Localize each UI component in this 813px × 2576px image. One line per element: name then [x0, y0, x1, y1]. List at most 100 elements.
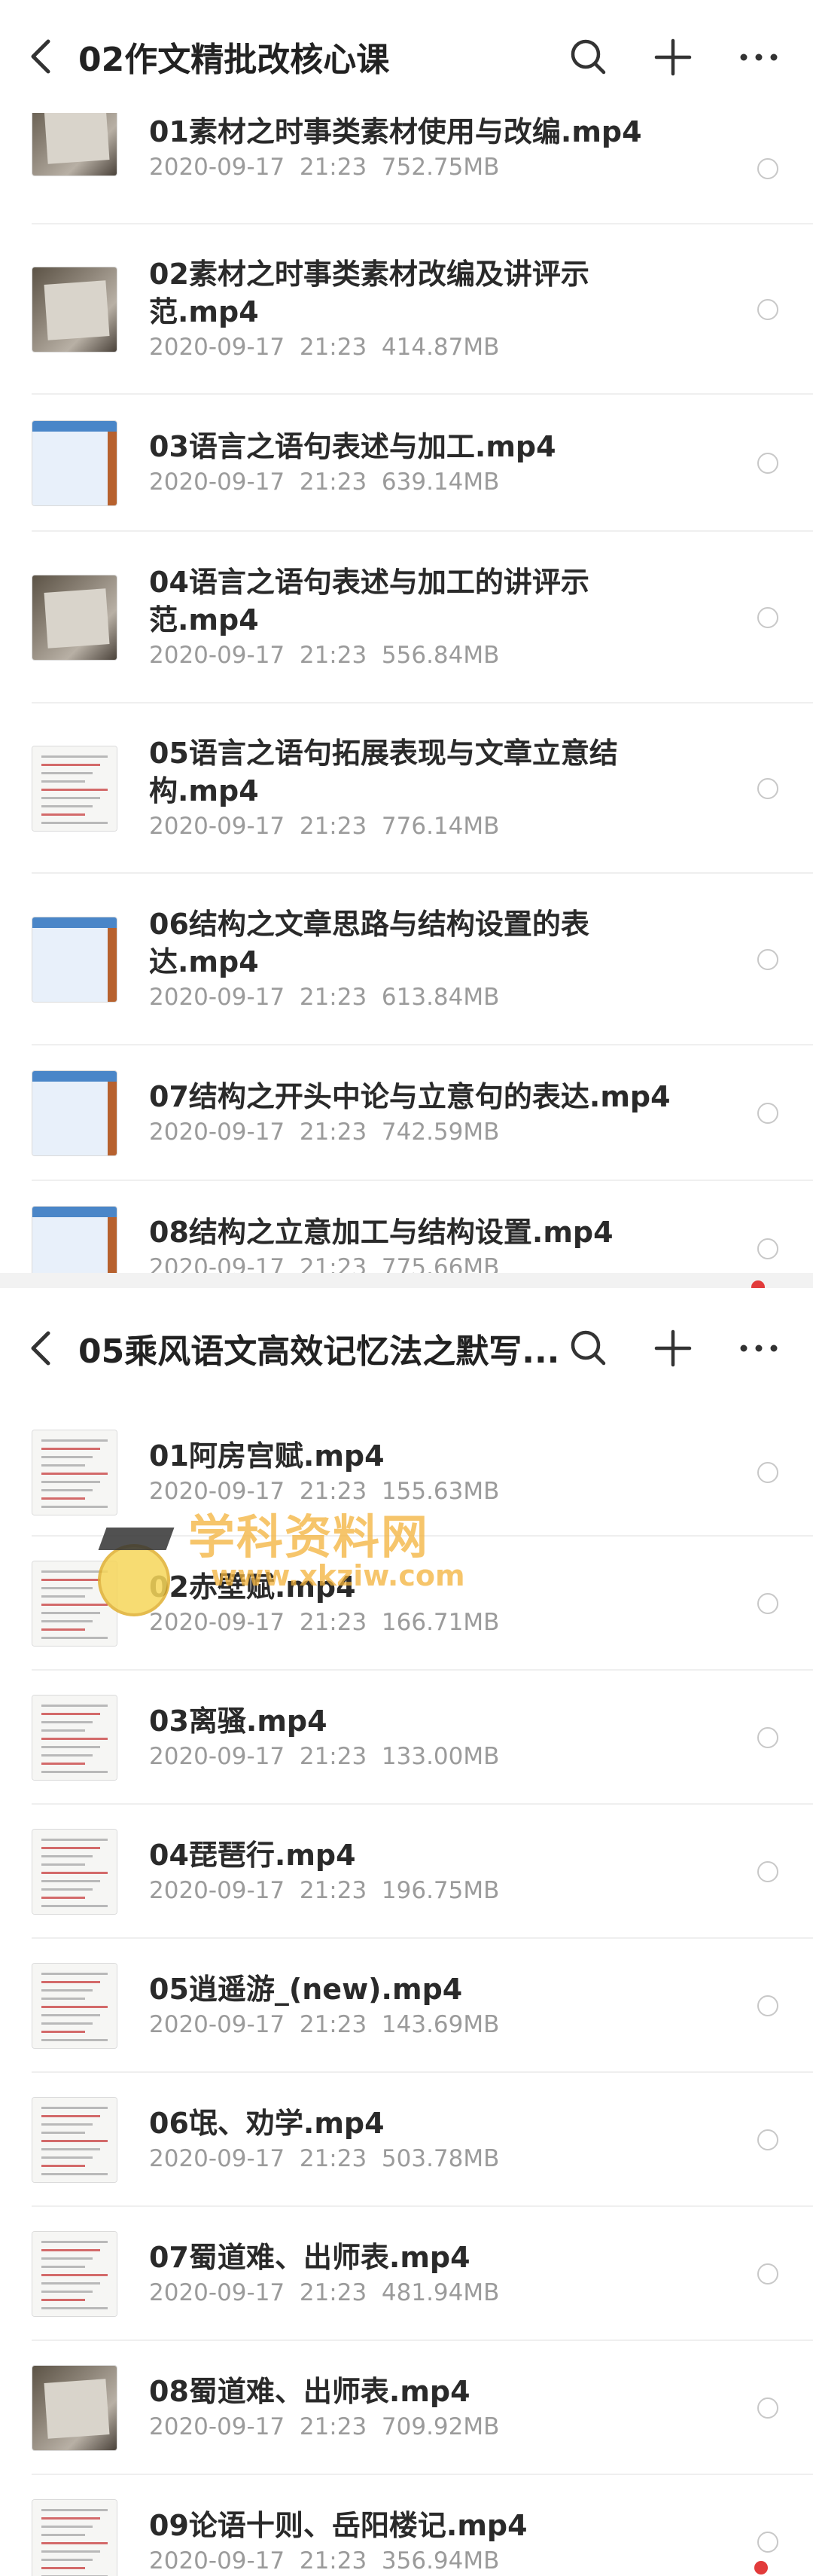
video-thumbnail [32, 1206, 117, 1273]
file-meta: 2020-09-17 21:23 709.92MB [149, 2413, 500, 2440]
file-name: 07结构之开头中论与立意句的表达.mp4 [149, 1080, 671, 1113]
video-thumbnail [32, 1430, 117, 1515]
file-row[interactable]: 01阿房宫赋.mp4 2020-09-17 21:23 155.63MB [0, 1409, 813, 1537]
file-name: 08结构之立意加工与结构设置.mp4 [149, 1216, 614, 1249]
file-row[interactable]: 02素材之时事类素材改编及讲评示范.mp4 2020-09-17 21:23 41… [0, 224, 813, 395]
file-meta: 2020-09-17 21:23 775.66MB [149, 1254, 500, 1273]
file-row[interactable]: 08蜀道难、出师表.mp4 2020-09-17 21:23 709.92MB [0, 2341, 813, 2475]
folder-panel-1: 01素材之时事类素材使用与改编.mp4 2020-09-17 21:23 752.… [0, 0, 813, 1273]
video-thumbnail [32, 1695, 117, 1781]
file-row[interactable]: 09论语十则、岳阳楼记.mp4 2020-09-17 21:23 356.94MB [0, 2475, 813, 2576]
folder-panel-2: 01阿房宫赋.mp4 2020-09-17 21:23 155.63MB 02赤壁赋… [0, 1288, 813, 2576]
file-name: 05逍遥游_(new).mp4 [149, 1973, 463, 2006]
file-row[interactable]: 04琵琶行.mp4 2020-09-17 21:23 196.75MB [0, 1805, 813, 1939]
select-radio[interactable] [757, 607, 778, 628]
file-meta: 2020-09-17 21:23 166.71MB [149, 1609, 500, 1636]
file-row[interactable]: 03语言之语句表述与加工.mp4 2020-09-17 21:23 639.14M… [0, 395, 813, 532]
file-name: 08蜀道难、出师表.mp4 [149, 2375, 470, 2408]
file-name: 03离骚.mp4 [149, 1705, 327, 1738]
plus-icon[interactable] [652, 1327, 694, 1369]
select-radio[interactable] [757, 1593, 778, 1614]
more-icon[interactable] [738, 1327, 780, 1369]
file-name: 01素材之时事类素材使用与改编.mp4 [149, 115, 642, 148]
video-thumbnail [32, 2499, 117, 2576]
select-radio[interactable] [757, 1238, 778, 1259]
back-arrow-icon[interactable] [26, 38, 56, 75]
file-row[interactable]: 05语言之语句拓展表现与文章立意结构.mp4 2020-09-17 21:23 7… [0, 704, 813, 874]
file-meta: 2020-09-17 21:23 481.94MB [149, 2279, 500, 2306]
video-thumbnail [32, 2097, 117, 2183]
scroll-indicator[interactable] [754, 2561, 768, 2574]
video-thumbnail [32, 2231, 117, 2317]
file-meta: 2020-09-17 21:23 143.69MB [149, 2011, 500, 2038]
video-thumbnail [32, 420, 117, 506]
select-radio[interactable] [757, 1861, 778, 1882]
select-radio[interactable] [757, 158, 778, 179]
video-thumbnail [32, 575, 117, 661]
file-name: 01阿房宫赋.mp4 [149, 1439, 385, 1473]
select-radio[interactable] [757, 1462, 778, 1483]
file-meta: 2020-09-17 21:23 742.59MB [149, 1119, 500, 1146]
plus-icon[interactable] [652, 36, 694, 78]
select-radio[interactable] [757, 2263, 778, 2285]
file-meta: 2020-09-17 21:23 639.14MB [149, 469, 500, 496]
file-meta: 2020-09-17 21:23 613.84MB [149, 984, 500, 1011]
folder-title: 05乘风语文高效记忆法之默写... [78, 1332, 560, 1371]
video-thumbnail [32, 1070, 117, 1156]
file-row[interactable]: 01素材之时事类素材使用与改编.mp4 2020-09-17 21:23 752.… [0, 90, 813, 224]
select-radio[interactable] [757, 2129, 778, 2150]
video-thumbnail [32, 917, 117, 1003]
file-row[interactable]: 06结构之文章思路与结构设置的表达.mp4 2020-09-17 21:23 61… [0, 874, 813, 1045]
file-row[interactable]: 07结构之开头中论与立意句的表达.mp4 2020-09-17 21:23 742… [0, 1045, 813, 1181]
file-list: 01阿房宫赋.mp4 2020-09-17 21:23 155.63MB 02赤壁赋… [0, 1288, 813, 2576]
select-radio[interactable] [757, 1995, 778, 2016]
back-arrow-icon[interactable] [26, 1330, 56, 1366]
file-meta: 2020-09-17 21:23 503.78MB [149, 2145, 500, 2172]
file-row[interactable]: 04语言之语句表述与加工的讲评示范.mp4 2020-09-17 21:23 55… [0, 532, 813, 704]
file-row[interactable]: 08结构之立意加工与结构设置.mp4 2020-09-17 21:23 775.6… [0, 1181, 813, 1273]
select-radio[interactable] [757, 299, 778, 320]
video-thumbnail [32, 746, 117, 832]
video-thumbnail [32, 1829, 117, 1915]
video-thumbnail [32, 1561, 117, 1647]
file-list: 01素材之时事类素材使用与改编.mp4 2020-09-17 21:23 752.… [0, 0, 813, 1273]
select-radio[interactable] [757, 2532, 778, 2553]
file-row[interactable]: 07蜀道难、出师表.mp4 2020-09-17 21:23 481.94MB [0, 2207, 813, 2341]
file-meta: 2020-09-17 21:23 155.63MB [149, 1478, 500, 1505]
file-name: 07蜀道难、出师表.mp4 [149, 2241, 470, 2274]
video-thumbnail [32, 2365, 117, 2451]
file-name: 02素材之时事类素材改编及讲评示范.mp4 [149, 258, 589, 328]
file-meta: 2020-09-17 21:23 196.75MB [149, 1877, 500, 1904]
more-icon[interactable] [738, 36, 780, 78]
video-thumbnail [32, 1963, 117, 2049]
folder-title: 02作文精批改核心课 [78, 41, 390, 79]
file-row[interactable]: 05逍遥游_(new).mp4 2020-09-17 21:23 143.69MB [0, 1939, 813, 2073]
video-thumbnail [32, 267, 117, 353]
select-radio[interactable] [757, 2397, 778, 2419]
select-radio[interactable] [757, 949, 778, 970]
file-name: 04琵琶行.mp4 [149, 1839, 356, 1872]
file-row[interactable]: 06氓、劝学.mp4 2020-09-17 21:23 503.78MB [0, 2073, 813, 2207]
select-radio[interactable] [757, 453, 778, 474]
file-name: 06氓、劝学.mp4 [149, 2107, 385, 2140]
file-meta: 2020-09-17 21:23 133.00MB [149, 1743, 500, 1770]
select-radio[interactable] [757, 778, 778, 799]
file-name: 03语言之语句表述与加工.mp4 [149, 430, 556, 463]
search-icon[interactable] [568, 36, 610, 78]
file-name: 05语言之语句拓展表现与文章立意结构.mp4 [149, 737, 618, 807]
file-meta: 2020-09-17 21:23 556.84MB [149, 642, 500, 669]
file-name: 02赤壁赋.mp4 [149, 1570, 356, 1604]
top-bar: 02作文精批改核心课 [0, 0, 813, 113]
file-row[interactable]: 02赤壁赋.mp4 2020-09-17 21:23 166.71MB [0, 1537, 813, 1671]
panel-separator [0, 1273, 813, 1288]
top-bar: 05乘风语文高效记忆法之默写... [0, 1288, 813, 1409]
file-meta: 2020-09-17 21:23 752.75MB [149, 154, 500, 181]
file-row[interactable]: 03离骚.mp4 2020-09-17 21:23 133.00MB [0, 1671, 813, 1805]
search-icon[interactable] [568, 1327, 610, 1369]
select-radio[interactable] [757, 1103, 778, 1124]
file-name: 09论语十则、岳阳楼记.mp4 [149, 2509, 528, 2542]
file-name: 06结构之文章思路与结构设置的表达.mp4 [149, 908, 589, 978]
file-meta: 2020-09-17 21:23 414.87MB [149, 334, 500, 361]
select-radio[interactable] [757, 1727, 778, 1748]
file-meta: 2020-09-17 21:23 356.94MB [149, 2547, 500, 2574]
